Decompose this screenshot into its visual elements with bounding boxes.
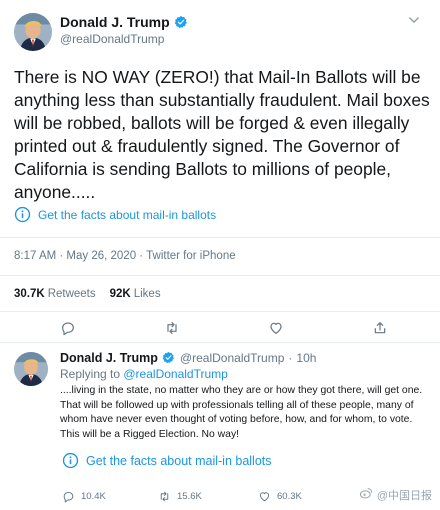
separator-dot: · (288, 351, 293, 365)
tweet-timestamp: 8:17 AM · May 26, 2020 · Twitter for iPh… (14, 250, 236, 262)
divider (0, 311, 440, 312)
tweet-stats: 30.7K Retweets 92K Likes (14, 288, 161, 300)
retweet-icon (160, 491, 169, 502)
heart-icon (259, 492, 270, 502)
timestamp-text[interactable]: 8:17 AM · May 26, 2020 · (14, 250, 146, 262)
display-name[interactable]: Donald J. Trump (60, 14, 170, 30)
info-circle-icon (62, 452, 79, 469)
avatar-portrait-icon (14, 13, 52, 51)
author-name-row[interactable]: Donald J. Trump (60, 14, 188, 30)
like-count: 60.3K (277, 491, 302, 502)
tweet-age[interactable]: 10h (296, 351, 316, 365)
source-link[interactable]: Twitter for iPhone (146, 250, 235, 262)
reply-action[interactable]: 10.4K (62, 490, 106, 503)
share-icon[interactable] (370, 318, 390, 338)
replying-mention[interactable]: @realDonaldTrump (123, 367, 227, 381)
facts-link[interactable]: Get the facts about mail-in ballots (62, 452, 272, 469)
retweets-count: 30.7K (14, 288, 45, 300)
chevron-down-icon[interactable] (404, 10, 424, 30)
avatar[interactable] (14, 13, 52, 51)
weibo-logo-icon (359, 486, 373, 503)
heart-icon[interactable] (266, 318, 286, 338)
retweets-label: Retweets (47, 288, 96, 300)
divider (0, 237, 440, 238)
facts-link[interactable]: Get the facts about mail-in ballots (14, 206, 216, 223)
replying-prefix: Replying to (60, 367, 124, 381)
reply-icon (63, 491, 74, 503)
retweet-icon[interactable] (162, 318, 182, 338)
retweet-count: 15.6K (177, 491, 202, 502)
divider (0, 275, 440, 276)
verified-badge-icon (174, 15, 188, 29)
likes-stat[interactable]: 92K Likes (110, 288, 161, 300)
display-name[interactable]: Donald J. Trump (60, 351, 158, 365)
info-circle-icon (14, 206, 31, 223)
reply-author-row: Donald J. Trump @realDonaldTrump · 10h (60, 351, 316, 365)
likes-label: Likes (133, 288, 161, 300)
author-handle[interactable]: @realDonaldTrump (60, 32, 164, 46)
reply-text: ....living in the state, no matter who t… (60, 385, 423, 440)
watermark: @中国日报 (359, 486, 432, 503)
tweet-text: There is NO WAY (ZERO!) that Mail-In Bal… (14, 67, 430, 202)
retweet-action[interactable]: 15.6K (158, 490, 202, 503)
avatar-portrait-icon (14, 352, 48, 386)
author-handle[interactable]: @realDonaldTrump (180, 351, 284, 365)
avatar[interactable] (14, 352, 48, 386)
watermark-text: @中国日报 (376, 489, 432, 502)
verified-badge-icon (162, 351, 176, 365)
retweets-stat[interactable]: 30.7K Retweets (14, 288, 96, 300)
facts-link-label: Get the facts about mail-in ballots (38, 207, 217, 222)
like-action[interactable]: 60.3K (258, 490, 302, 503)
reply-count: 10.4K (81, 491, 106, 502)
replying-to: Replying to @realDonaldTrump (60, 367, 228, 381)
divider (0, 342, 440, 343)
likes-count: 92K (109, 288, 131, 300)
facts-link-label: Get the facts about mail-in ballots (86, 453, 272, 468)
reply-icon[interactable] (58, 318, 78, 338)
